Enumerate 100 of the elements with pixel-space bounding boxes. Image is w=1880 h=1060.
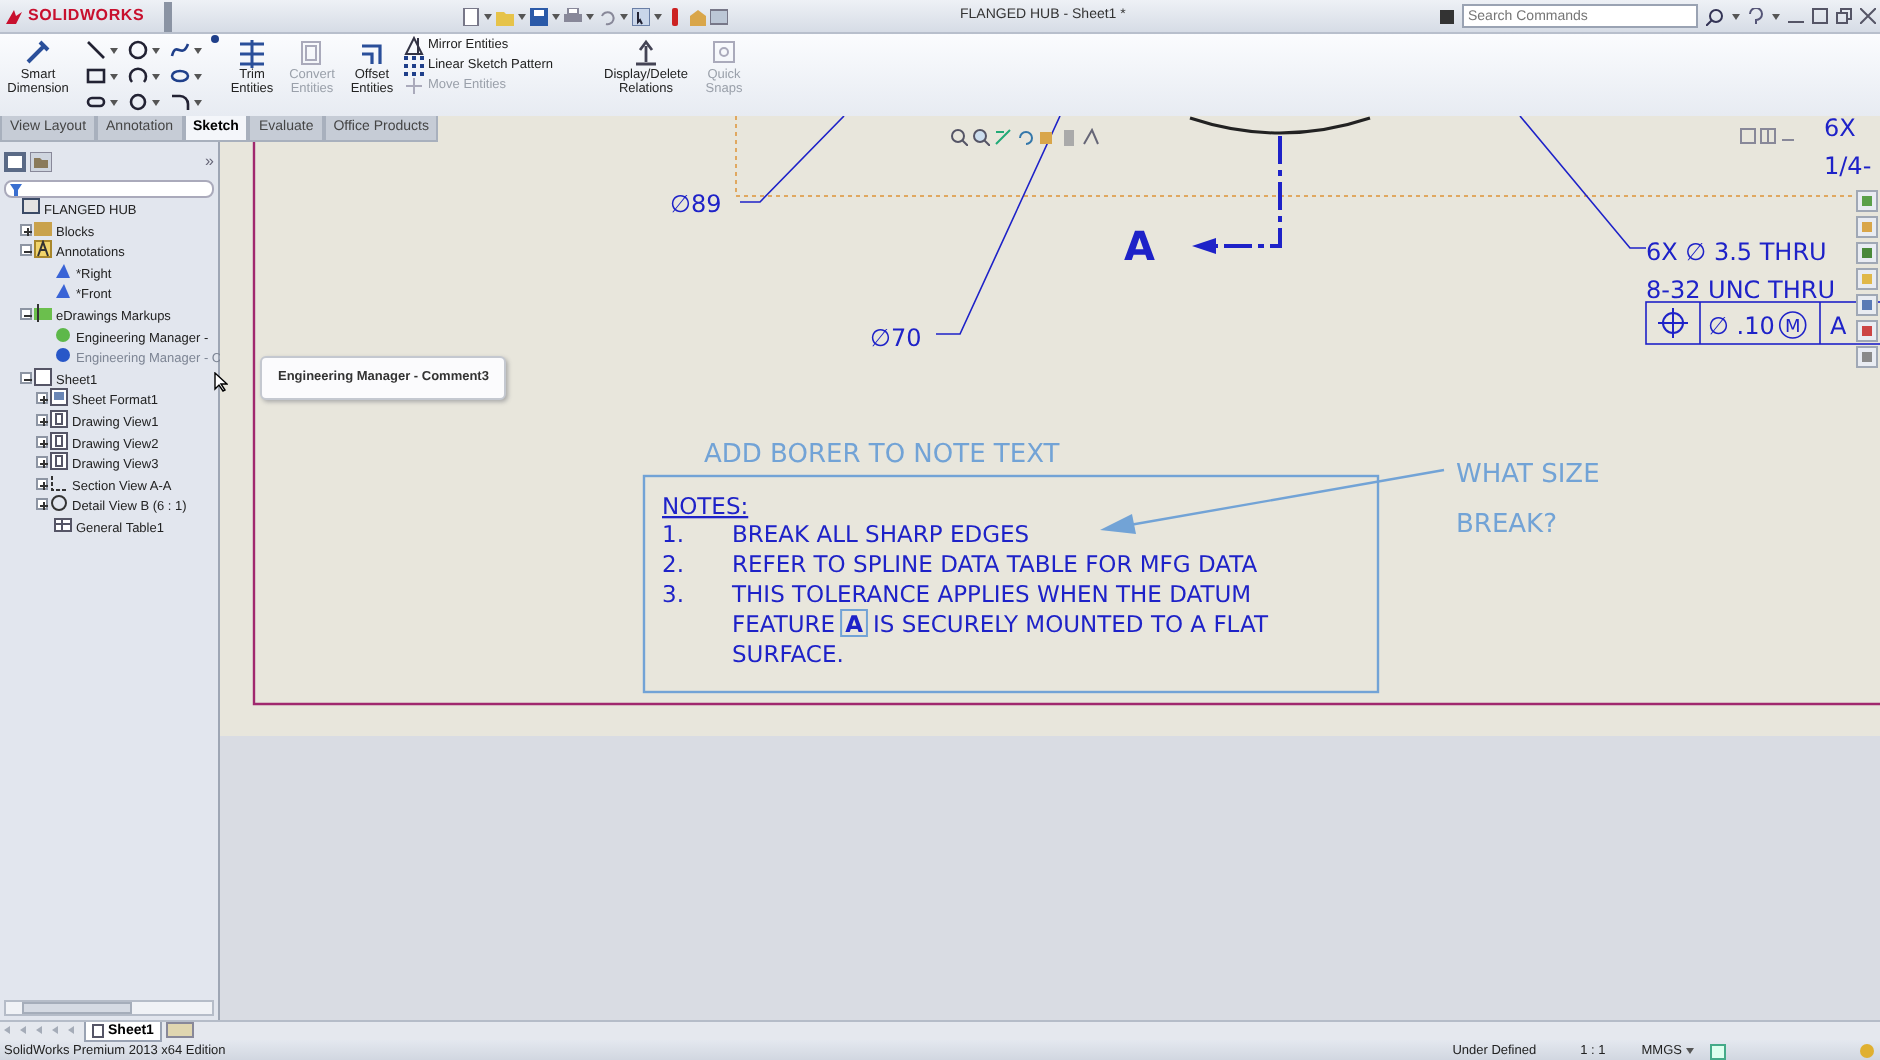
line-icon[interactable] [86, 40, 106, 60]
fillet-icon[interactable] [170, 92, 190, 112]
display-icon[interactable] [710, 7, 728, 25]
app-logo: SOLIDWORKS [28, 4, 145, 28]
caret-icon[interactable] [518, 13, 526, 19]
tree-tab-icon[interactable] [4, 152, 26, 172]
rotate-icon[interactable] [1016, 128, 1034, 146]
rectangle-icon[interactable] [86, 66, 106, 86]
list-number: 3. [662, 580, 684, 608]
caret-icon[interactable] [1686, 1048, 1694, 1054]
trim-icon [236, 38, 268, 68]
position-symbol-icon [1657, 307, 1689, 339]
search-icon[interactable] [1706, 7, 1724, 25]
caret-icon[interactable] [1772, 13, 1780, 19]
collapse-toggle[interactable] [20, 371, 32, 384]
list-number: 1. [662, 520, 684, 548]
caret-icon[interactable] [1732, 13, 1740, 19]
cursor-icon [214, 372, 228, 392]
dimension-text: ∅70 [870, 324, 922, 352]
caret-icon[interactable] [110, 47, 118, 53]
slot-icon[interactable] [86, 92, 106, 112]
caret-icon[interactable] [484, 13, 492, 19]
caret-icon[interactable] [654, 13, 662, 19]
expand-toggle[interactable] [36, 456, 48, 469]
task-pane-icon[interactable] [1856, 346, 1878, 368]
filter-icon [10, 183, 22, 195]
note-text: BREAK ALL SHARP EDGES [732, 520, 1030, 548]
task-pane-icon[interactable] [1856, 190, 1878, 212]
split-icon[interactable] [1760, 128, 1776, 144]
task-pane-icon[interactable] [1856, 294, 1878, 316]
help-icon[interactable] [1710, 1043, 1726, 1059]
caret-icon[interactable] [152, 73, 160, 79]
arc-icon[interactable] [128, 66, 148, 86]
callout-text: 8-32 UNC THRU [1646, 276, 1835, 304]
select-icon[interactable] [632, 7, 650, 25]
section-arrow [1192, 136, 1282, 254]
datum-label: A [845, 610, 863, 638]
task-pane-icon[interactable] [1856, 242, 1878, 264]
detail-icon [50, 494, 68, 513]
collapse-toggle[interactable] [20, 244, 32, 257]
expand-toggle[interactable] [20, 223, 32, 236]
caret-icon[interactable] [552, 13, 560, 19]
caret-icon[interactable] [194, 73, 202, 79]
expand-toggle[interactable] [36, 498, 48, 511]
collapse-toggle[interactable] [20, 307, 32, 320]
expand-toggle[interactable] [36, 477, 48, 490]
expand-toggle[interactable] [36, 413, 48, 426]
task-pane-icon[interactable] [1856, 320, 1878, 342]
expand-toggle[interactable] [36, 392, 48, 405]
callout-text: 1/4- [1824, 152, 1872, 180]
terminal-icon [1440, 9, 1454, 23]
tolerance-text: ∅ .10 [1708, 312, 1775, 340]
zoom-area-icon[interactable] [972, 128, 990, 146]
close-icon[interactable] [1860, 8, 1876, 24]
point-icon[interactable] [210, 34, 220, 44]
spline-icon[interactable] [170, 40, 190, 60]
restore-icon[interactable] [1836, 8, 1852, 24]
traffic-light-icon[interactable] [666, 7, 684, 25]
save-icon[interactable] [530, 7, 548, 25]
add-sheet-icon[interactable] [165, 1022, 194, 1038]
zoom-fit-icon[interactable] [950, 128, 968, 146]
drawing-icon [22, 198, 40, 216]
caret-icon[interactable] [586, 13, 594, 19]
sheet-icon [92, 1024, 104, 1038]
polygon-icon[interactable] [128, 92, 148, 112]
note-text: SURFACE. [732, 640, 844, 668]
caret-icon[interactable] [152, 99, 160, 105]
offset-icon [356, 38, 388, 68]
expand-toggle[interactable] [36, 435, 48, 448]
datum-text: A [1830, 312, 1847, 340]
collapse-button[interactable]: » [205, 150, 214, 174]
scene-icon[interactable] [1082, 128, 1100, 146]
caret-icon[interactable] [620, 13, 628, 19]
caret-icon[interactable] [194, 47, 202, 53]
horizontal-scrollbar[interactable] [4, 1000, 214, 1016]
caret-icon[interactable] [194, 99, 202, 105]
help-icon[interactable] [1748, 7, 1764, 25]
markup-text: ADD BORER TO NOTE TEXT [704, 440, 1060, 470]
sheet-icon [34, 367, 52, 386]
caret-icon[interactable] [152, 47, 160, 53]
cube-icon[interactable] [1038, 128, 1056, 146]
tile-icon[interactable] [1740, 128, 1756, 144]
dimension-text: ∅89 [670, 190, 722, 218]
filter-field[interactable] [4, 180, 214, 198]
maximize-icon[interactable] [1812, 8, 1828, 24]
modifier-symbol: M [1784, 318, 1801, 338]
circle-icon[interactable] [128, 40, 148, 60]
printer-icon[interactable] [564, 7, 582, 25]
comment-text: BREAK? [1456, 510, 1557, 540]
markup-icon [34, 303, 52, 322]
caret-icon[interactable] [110, 73, 118, 79]
grid-icon [404, 56, 424, 76]
folder-tab-icon[interactable] [30, 152, 52, 172]
note-text: FEATURE [732, 610, 836, 638]
undo-icon[interactable] [598, 7, 616, 25]
caret-icon[interactable] [110, 99, 118, 105]
move-icon [404, 76, 424, 96]
ellipse-icon[interactable] [170, 66, 190, 86]
callout-text: 6X ∅ 3.5 THRU [1646, 238, 1827, 266]
new-document-icon[interactable] [462, 7, 480, 25]
